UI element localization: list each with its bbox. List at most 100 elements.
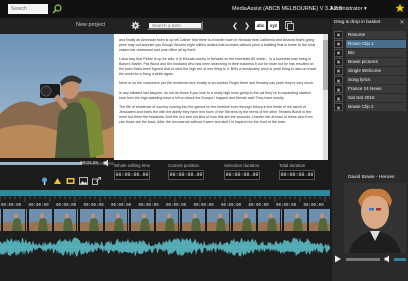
image-icon[interactable] — [79, 177, 88, 185]
timecode-label: Selection duration — [224, 163, 260, 168]
transcript-paragraph: and finally an American town is up tell … — [119, 38, 316, 52]
basket-item[interactable]: ▣ Bowie pictures — [334, 57, 406, 66]
close-icon[interactable]: ✕ — [398, 19, 406, 27]
star-icon[interactable] — [395, 3, 405, 13]
volume-icon[interactable] — [103, 159, 111, 167]
current-position: Current position 00:00:00.00 — [168, 163, 208, 180]
ruler-label: 00:00:00 — [193, 204, 214, 208]
timecode-value: 00:00:00.00 — [114, 170, 150, 180]
ruler-label: 00:00:00 — [111, 204, 132, 208]
play-icon[interactable] — [334, 255, 342, 263]
video-timecode: 00:01:28 — [80, 160, 98, 165]
ruler-label: 00:00:00 — [276, 204, 297, 208]
basket-item-label: Bowie Clip 2 — [346, 103, 406, 112]
media-icon: ▣ — [334, 48, 343, 57]
transcript-panel[interactable]: and finally an American town is up tell … — [114, 34, 328, 160]
preview-title: David Bowie - Heroes — [348, 175, 395, 180]
basket-item-label: Bowie pictures — [346, 57, 406, 66]
timeline-thumbnail — [25, 209, 51, 231]
media-icon: ▣ — [334, 39, 343, 48]
timeline-thumbnail — [51, 209, 76, 231]
timeline-thumbnail — [102, 209, 127, 231]
export-icon[interactable] — [92, 177, 101, 185]
global-search-input[interactable] — [8, 4, 48, 14]
new-project-button[interactable]: New project — [76, 22, 105, 28]
volume-icon[interactable] — [384, 255, 392, 263]
arrow-left-icon[interactable]: ❮ — [231, 20, 239, 31]
basket-item-label: Song lyrics — [346, 76, 406, 85]
search-icon[interactable] — [52, 4, 62, 14]
volume-slider[interactable] — [394, 257, 406, 261]
video-thumbnail-strip[interactable] — [0, 209, 330, 231]
basket-list: ▣ Resume ▣ Rowie Clip 1 ▣ Bio ▣ Bowie pictures ▣… — [334, 30, 406, 112]
media-icon: ▣ — [334, 85, 343, 94]
basket-item[interactable]: ▣ Resume — [334, 30, 406, 39]
basket-item-label: France 24 News — [346, 85, 406, 94]
basket-item[interactable]: ▣ Bio — [334, 48, 406, 57]
ruler-label: 00:00:00 — [83, 204, 104, 208]
transcript-paragraph: More or so the customers per the residen… — [119, 81, 315, 86]
edit-tools — [40, 177, 101, 187]
timeline-thumbnail — [76, 209, 102, 231]
gear-icon[interactable] — [131, 21, 140, 30]
timecode-value: 00:00:00.00 — [224, 170, 260, 180]
arrow-right-icon[interactable]: ❯ — [243, 20, 251, 31]
basket-item[interactable]: ▣ France 24 News — [334, 85, 406, 94]
timecode-label: Total duration — [279, 163, 306, 168]
chevron-down-icon: ▾ — [363, 6, 367, 12]
basket-item-label: Rowie Clip 1 — [346, 39, 406, 48]
xyz-button[interactable]: xyz — [268, 21, 279, 30]
timeline-thumbnail — [280, 209, 306, 231]
audio-waveform[interactable] — [0, 232, 330, 262]
preview-seek-bar[interactable] — [346, 257, 380, 261]
selection-duration: Selection duration 00:00:00.00 — [224, 163, 264, 180]
basket-item[interactable]: ▣ Song lyrics — [334, 75, 406, 85]
media-icon: ▣ — [334, 30, 343, 39]
user-dropdown[interactable]: Administrator ▾ — [330, 4, 367, 14]
basket-item-label: Bio — [346, 48, 406, 57]
basket-item[interactable]: ▣ Single Welcome — [334, 66, 406, 75]
ruler-label: 00:00:00 — [303, 204, 324, 208]
film-icon[interactable] — [66, 177, 75, 185]
timeline-thumbnail — [0, 209, 25, 231]
timeline-thumbnail — [204, 209, 229, 231]
timeline-thumbnail — [229, 209, 255, 231]
abc-button[interactable]: abc — [255, 21, 266, 30]
ruler-label: 00:00:00 — [221, 204, 242, 208]
media-icon: ▣ — [334, 76, 343, 85]
timecode-value: 00:00:00.00 — [168, 170, 204, 180]
preview-thumbnail[interactable] — [344, 183, 406, 253]
user-name: Administrator — [330, 6, 363, 12]
transcript-paragraph: In any initiated last lawyers: do not do… — [119, 90, 312, 100]
ruler-label: 00:00:00 — [138, 204, 159, 208]
media-icon: ▣ — [334, 57, 343, 66]
basket-item[interactable]: ▣ Sat Sat 2016 — [334, 94, 406, 103]
basket-item[interactable]: ▣ Rowie Clip 1 — [334, 39, 406, 48]
marker-icon[interactable] — [53, 177, 62, 185]
timeline-thumbnail — [178, 209, 204, 231]
timecode-value: 00:00:00.00 — [279, 170, 315, 180]
basket-item[interactable]: ▣ Bowie Clip 2 — [334, 103, 406, 112]
video-frame — [0, 34, 114, 158]
timeline-thumbnail — [306, 209, 330, 231]
media-icon: ▣ — [334, 103, 343, 112]
basket-item-label: Sat Sat 2016 — [346, 94, 406, 103]
timecode-label: Whole editing time — [114, 163, 151, 168]
ruler-label: 00:00:00 — [56, 204, 77, 208]
term-search-input[interactable] — [147, 21, 203, 30]
basket-item-label: Single Welcome — [346, 66, 406, 75]
media-icon: ▣ — [334, 94, 343, 103]
basket-item-label: Resume — [346, 30, 406, 39]
timeline-thumbnail — [255, 209, 280, 231]
app-window: MediaAssist (ABCB MELBOURNE) V 3.3.2.0 A… — [0, 0, 408, 281]
transcript-paragraph: Lotsa way that Pinkie is up for sale, it… — [119, 57, 317, 76]
timeline-thumbnail — [153, 209, 178, 231]
video-player[interactable] — [0, 34, 114, 158]
transcript-text: and finally an American town is up tell … — [119, 38, 317, 129]
preview-player — [334, 254, 406, 264]
ruler-label: 00:00:00 — [166, 204, 187, 208]
copy-icon[interactable] — [285, 21, 294, 31]
whole-editing-time: Whole editing time 00:00:00.00 — [114, 163, 154, 180]
transcript-scroll-thumb[interactable] — [323, 40, 328, 90]
brush-icon[interactable] — [40, 177, 49, 185]
